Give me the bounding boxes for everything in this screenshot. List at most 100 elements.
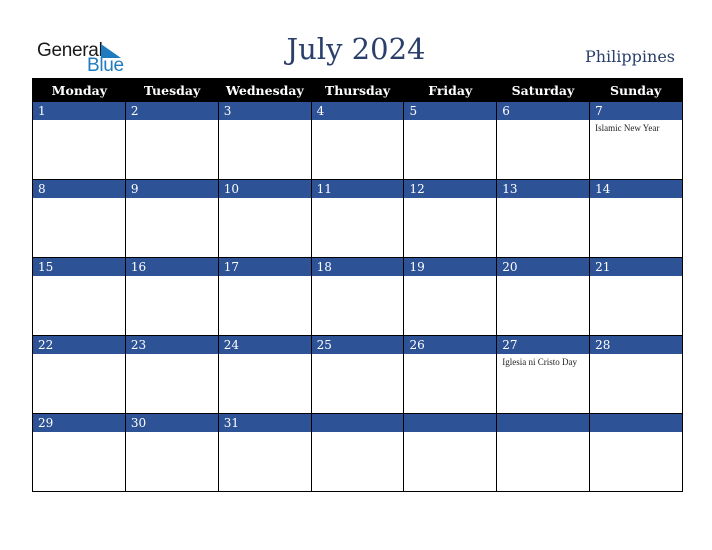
day-cell[interactable]: 17: [217, 258, 311, 335]
holiday-label: [312, 276, 404, 279]
holiday-label: [126, 198, 218, 201]
holiday-label: [404, 276, 496, 279]
day-number: 29: [33, 414, 125, 432]
day-cell[interactable]: 31: [217, 414, 311, 491]
holiday-label: [33, 198, 125, 201]
day-number: 9: [125, 180, 218, 198]
day-cell[interactable]: 16: [124, 258, 218, 335]
holiday-label: Islamic New Year: [595, 123, 660, 133]
holiday-label: [404, 354, 496, 357]
holiday-label: [497, 432, 589, 435]
week-row: 8 9 10 11 12 13 14: [33, 179, 683, 257]
day-number: 1: [33, 102, 125, 120]
day-number: 17: [218, 258, 311, 276]
weekday-sunday: Sunday: [610, 83, 662, 98]
day-cell[interactable]: 25: [310, 336, 404, 413]
day-number: 13: [497, 180, 590, 198]
holiday-label: [219, 276, 311, 279]
day-cell[interactable]: 9: [124, 180, 218, 257]
holiday-label: [497, 276, 589, 279]
day-cell[interactable]: 11: [310, 180, 404, 257]
weekday-saturday: Saturday: [511, 83, 575, 98]
day-number: 27: [497, 336, 590, 354]
holiday-label: [33, 276, 125, 279]
day-number: 31: [218, 414, 311, 432]
day-cell[interactable]: [589, 414, 683, 491]
day-cell[interactable]: 15: [33, 258, 125, 335]
day-cell[interactable]: 2: [124, 102, 218, 179]
calendar-grid: Monday Tuesday Wednesday Thursday Friday Satu…: [32, 78, 683, 492]
day-cell[interactable]: 23: [124, 336, 218, 413]
holiday-label: [590, 354, 682, 357]
day-cell[interactable]: 14: [589, 180, 683, 257]
day-cell[interactable]: 30: [124, 414, 218, 491]
holiday-label: [404, 198, 496, 201]
day-cell[interactable]: 7 Islamic New Year: [589, 102, 683, 179]
day-cell[interactable]: 27 Iglesia ni Cristo Day: [496, 336, 590, 413]
day-number: [311, 414, 404, 432]
day-cell[interactable]: 10: [217, 180, 311, 257]
day-number: 19: [404, 258, 497, 276]
week-row: 22 23 24 25 26 27 Iglesia ni Cristo Day 28: [33, 335, 683, 413]
day-cell[interactable]: 1: [33, 102, 125, 179]
weekday-header: Monday Tuesday Wednesday Thursday Friday Satu…: [33, 79, 682, 102]
day-number: [497, 414, 590, 432]
day-cell[interactable]: [310, 414, 404, 491]
weekday-thursday: Thursday: [324, 83, 391, 98]
holiday-label: [126, 354, 218, 357]
day-cell[interactable]: 12: [403, 180, 497, 257]
day-cell[interactable]: 22: [33, 336, 125, 413]
day-cell[interactable]: [496, 414, 590, 491]
day-number: 21: [590, 258, 683, 276]
day-number: 6: [497, 102, 590, 120]
holiday-label: [33, 432, 125, 435]
day-number: 5: [404, 102, 497, 120]
day-cell[interactable]: 8: [33, 180, 125, 257]
week-row: 15 16 17 18 19 20 21: [33, 257, 683, 335]
day-cell[interactable]: 20: [496, 258, 590, 335]
day-cell[interactable]: 24: [217, 336, 311, 413]
holiday-label: [219, 354, 311, 357]
country-label: Philippines: [584, 47, 675, 66]
day-number: 25: [311, 336, 404, 354]
holiday-label: [219, 432, 311, 435]
week-row: 29 30 31: [33, 413, 683, 491]
day-cell[interactable]: 3: [217, 102, 311, 179]
day-cell[interactable]: 4: [310, 102, 404, 179]
day-number: 22: [33, 336, 125, 354]
holiday-label: [404, 432, 496, 435]
holiday-label: Iglesia ni Cristo Day: [502, 357, 578, 367]
day-number: 12: [404, 180, 497, 198]
holiday-label: [312, 354, 404, 357]
day-number: 3: [218, 102, 311, 120]
day-cell[interactable]: 26: [403, 336, 497, 413]
holiday-label: [404, 120, 496, 123]
weekday-friday: Friday: [428, 83, 473, 98]
day-cell[interactable]: [403, 414, 497, 491]
day-cell[interactable]: 5: [403, 102, 497, 179]
week-row: 1 2 3 4 5 6 7 Islamic New Year: [33, 102, 683, 179]
holiday-label: [126, 120, 218, 123]
holiday-label: [497, 120, 589, 123]
holiday-label: [219, 198, 311, 201]
day-number: 7: [590, 102, 683, 120]
weekday-wednesday: Wednesday: [225, 83, 304, 98]
day-cell[interactable]: 18: [310, 258, 404, 335]
holiday-label: [312, 120, 404, 123]
holiday-label: [219, 120, 311, 123]
day-cell[interactable]: 19: [403, 258, 497, 335]
day-cell[interactable]: 6: [496, 102, 590, 179]
holiday-label: [312, 432, 404, 435]
day-cell[interactable]: 29: [33, 414, 125, 491]
day-number: [404, 414, 497, 432]
weekday-tuesday: Tuesday: [143, 83, 201, 98]
day-number: 15: [33, 258, 125, 276]
day-cell[interactable]: 21: [589, 258, 683, 335]
day-number: 10: [218, 180, 311, 198]
day-cell[interactable]: 28: [589, 336, 683, 413]
holiday-label: [126, 276, 218, 279]
day-number: 18: [311, 258, 404, 276]
day-number: 8: [33, 180, 125, 198]
day-cell[interactable]: 13: [496, 180, 590, 257]
day-number: 16: [125, 258, 218, 276]
